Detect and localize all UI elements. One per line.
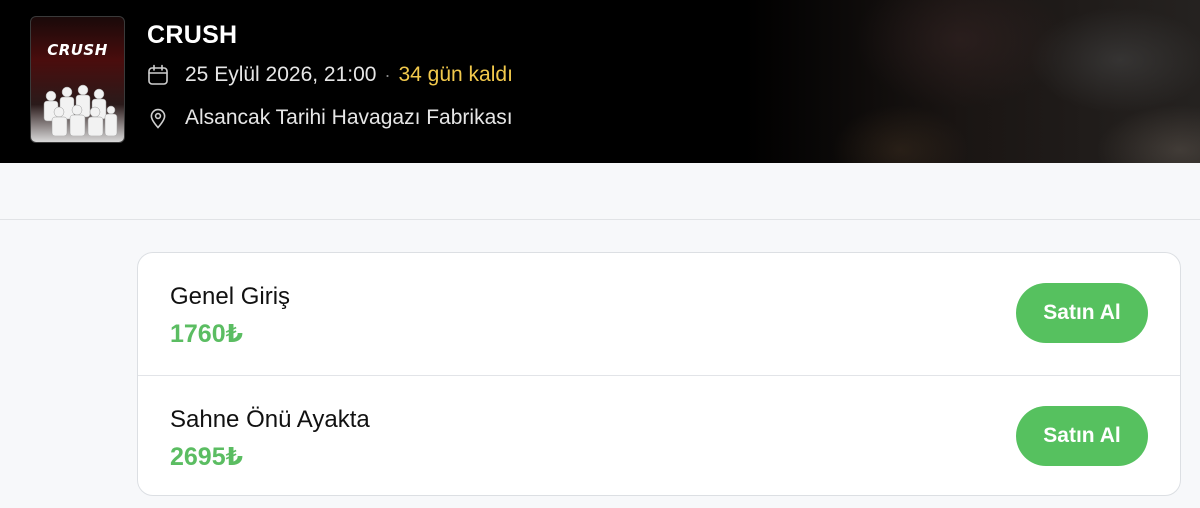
ticket-price: 1760₺ — [170, 320, 244, 348]
event-title: CRUSH — [147, 21, 238, 49]
event-poster[interactable]: CRUSH — [30, 16, 125, 143]
event-date-row: 25 Eylül 2026, 21:00 · 34 gün kaldı — [147, 63, 513, 87]
ticket-name: Genel Giriş — [170, 283, 291, 310]
event-date: 25 Eylül 2026, 21:00 — [185, 63, 377, 86]
separator-dot: · — [384, 64, 391, 85]
ticket-price: 2695₺ — [170, 443, 244, 471]
ticket-row: Genel Giriş 1760₺ Satın Al — [138, 253, 1180, 375]
location-pin-icon — [147, 107, 169, 129]
buy-button[interactable]: Satın Al — [1016, 283, 1148, 343]
ticket-name: Sahne Önü Ayakta — [170, 406, 370, 433]
ticket-row: Sahne Önü Ayakta 2695₺ Satın Al — [138, 375, 1180, 495]
event-venue-row: Alsancak Tarihi Havagazı Fabrikası — [147, 106, 513, 130]
buy-button[interactable]: Satın Al — [1016, 406, 1148, 466]
poster-band-photo — [43, 84, 118, 136]
poster-logo: CRUSH — [47, 41, 108, 59]
event-header: CRUSH CRUSH 25 Eylül 2026, 21:00 · 34 gü… — [0, 0, 1200, 163]
subheader-band — [0, 163, 1200, 220]
calendar-icon — [147, 64, 169, 86]
ticket-list: Genel Giriş 1760₺ Satın Al Sahne Önü Aya… — [137, 252, 1181, 496]
days-remaining: 34 gün kaldı — [398, 63, 513, 86]
event-venue[interactable]: Alsancak Tarihi Havagazı Fabrikası — [185, 106, 513, 130]
